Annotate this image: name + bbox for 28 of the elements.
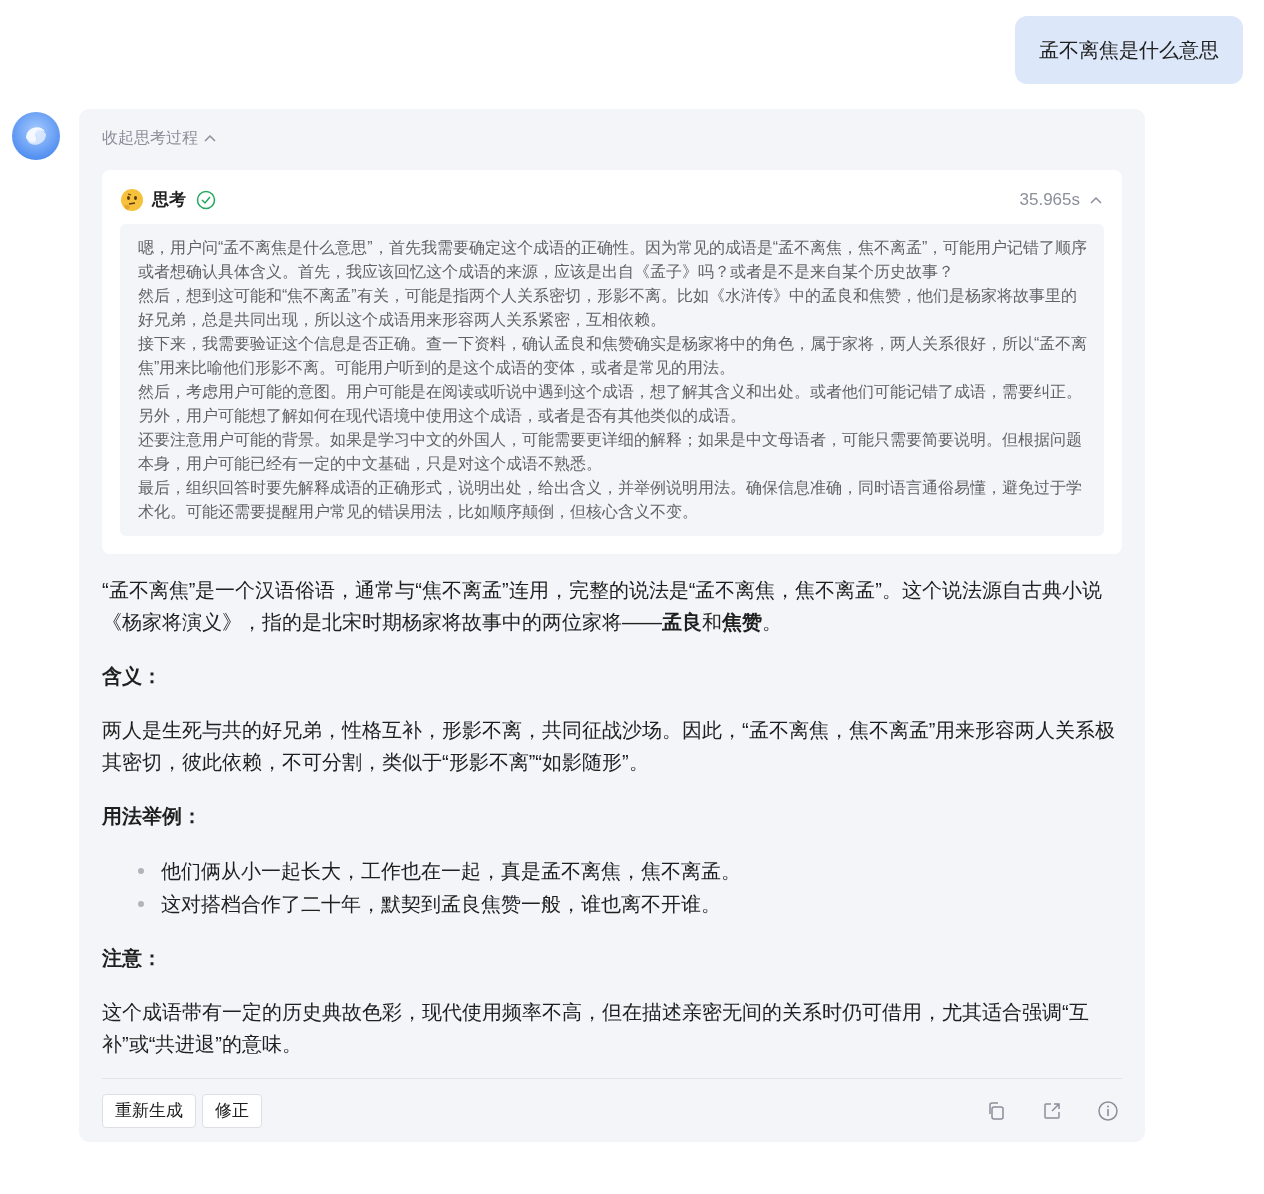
section-heading: 用法举例： (102, 804, 203, 829)
answer-paragraph: “孟不离焦”是一个汉语俗语，通常与“焦不离孟”连用，完整的说法是“孟不离焦，焦不离孟”。这个说法源自古典小说《杨家将演义》，指的是北宋时期杨家将故事中的两位家将——孟良和焦赞。 (102, 578, 1103, 635)
reasoning-paragraph: 接下来，我需要验证这个信息是否正确。查一下资料，确认孟良和焦赞确实是杨家将中的角色，属于家将，两人关系很好，所以“孟不离焦”用来比喻他们形影不离。可能用户听到的是这个成语的变体，或者是常见的用法。 (138, 334, 1089, 378)
answer-paragraph: 这个成语带有一定的历史典故色彩，现代使用频率不高，但在描述亲密无间的关系时仍可借用，尤其适合强调“互补”或“共进退”的意味。 (102, 1000, 1090, 1057)
user-message: 孟不离焦是什么意思 (1015, 16, 1243, 84)
reasoning-paragraph: 最后，组织回答时要先解释成语的正确形式，说明出处，给出含义，并举例说明用法。确保信息准确，同时语言通俗易懂，避免过于学术化。可能还需要提醒用户常见的错误用法，比如顺序颠倒，但核心含义不变。 (138, 478, 1083, 522)
reasoning-paragraph: 然后，考虑用户可能的意图。用户可能是在阅读或听说中遇到这个成语，想了解其含义和出处。或者他们可能记错了成语，需要纠正。另外，用户可能想了解如何在现代语境中使用这个成语，或者是否有其他类似的成语。 (138, 382, 1083, 426)
bullet-icon (138, 900, 144, 907)
reasoning-duration: 35.965s (1019, 189, 1080, 212)
assistant-avatar-icon (12, 112, 60, 160)
copy-icon (986, 1101, 1006, 1121)
section-heading: 注意： (102, 946, 163, 971)
share-icon (1042, 1101, 1062, 1121)
answer-paragraph: 两人是生死与共的好兄弟，性格互补，形影不离，共同征战沙场。因此，“孟不离焦，焦不离孟”用来形容两人关系极其密切，彼此依赖，不可分割，类似于“形影不离”“如影随形”。 (102, 718, 1117, 775)
chevron-icon (1090, 196, 1102, 204)
reasoning-paragraph: 还要注意用户可能的背景。如果是学习中文的外国人，可能需要更详细的解释；如果是中文母语者，可能只需要简要说明。但根据问题本身，用户可能已经有一定的中文基础，只是对这个成语不熟悉。 (138, 430, 1083, 474)
list-item-text: 这对搭档合作了二十年，默契到孟良焦赞一般，谁也离不开谁。 (161, 891, 721, 917)
action-button[interactable]: 重新生成 (102, 1094, 196, 1128)
info-icon (1097, 1100, 1119, 1122)
chevron-icon (204, 134, 216, 142)
list-item-text: 他们俩从小一起长大，工作也在一起，真是孟不离焦，焦不离孟。 (161, 858, 741, 884)
reasoning-paragraph: 嗯，用户问“孟不离焦是什么意思”，首先我需要确定这个成语的正确性。因为常见的成语是“孟不离焦，焦不离孟”，可能用户记错了顺序或者想确认具体含义。首先，我应该回忆这个成语的来源，应该是出自《孟子》吗？或者是不是来自某个历史故事？ (138, 238, 1089, 282)
thinking-face-icon (120, 188, 144, 212)
reasoning-title: 思考 (152, 189, 186, 212)
reasoning-paragraph: 然后，想到这可能和“焦不离孟”有关，可能是指两个人关系密切，形影不离。比如《水浒传》中的孟良和焦赞，他们是杨家将故事里的好兄弟，总是共同出现，所以这个成语用来形容两人关系紧密，互相依赖。 (138, 286, 1078, 330)
bullet-icon (138, 867, 144, 874)
action-button[interactable]: 修正 (202, 1094, 262, 1128)
section-heading: 含义： (102, 664, 163, 689)
